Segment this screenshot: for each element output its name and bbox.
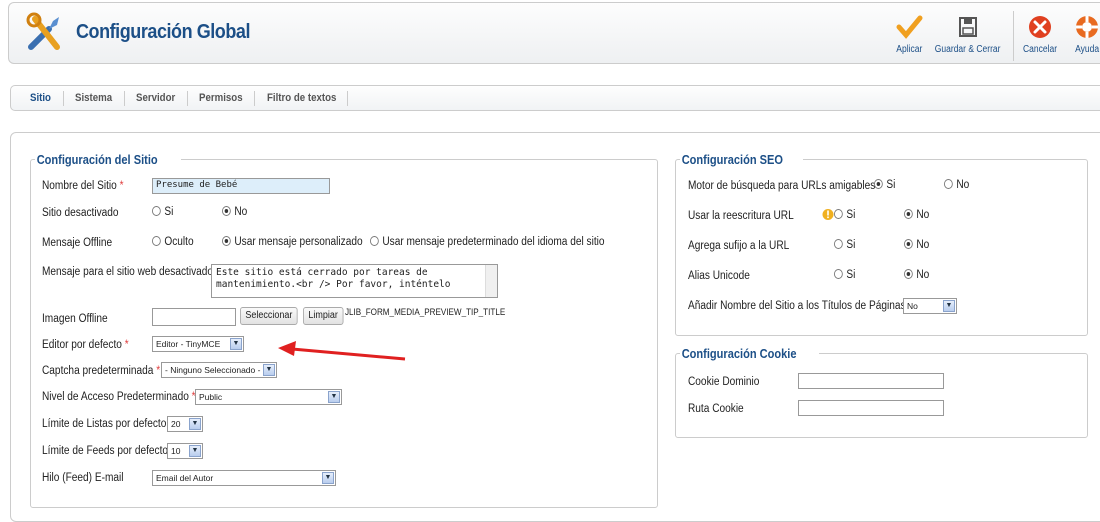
feed-limit-select[interactable]: 10 ▼ — [167, 443, 203, 459]
msg-custom-radio[interactable]: Usar mensaje personalizado — [222, 236, 363, 248]
lifebuoy-icon — [1076, 16, 1098, 38]
captcha-label: Captcha predeterminada * — [42, 365, 161, 377]
checkmark-icon — [896, 15, 923, 39]
unicode-no-radio[interactable]: No — [904, 269, 929, 281]
cookie-path-input[interactable] — [798, 400, 944, 416]
help-button[interactable]: Ayuda — [1065, 9, 1100, 61]
access-level-select[interactable]: Public ▼ — [195, 389, 342, 405]
url-rewrite-label: Usar la reescritura URL — [688, 210, 794, 222]
warning-icon — [822, 209, 834, 220]
suffix-no-radio[interactable]: No — [904, 239, 929, 251]
tab-divider — [63, 91, 64, 106]
tab-sistema[interactable]: Sistema — [75, 92, 112, 104]
tab-filtro-de-textos[interactable]: Filtro de textos — [267, 92, 336, 104]
select-image-button[interactable]: Seleccionar — [240, 307, 298, 325]
captcha-select[interactable]: - Ninguno Seleccionado - ▼ — [161, 362, 277, 378]
page-title: Configuración Global — [76, 21, 251, 43]
apply-button[interactable]: Aplicar — [889, 9, 929, 61]
save-close-label: Guardar & Cerrar — [935, 44, 1001, 55]
offline-message-label: Mensaje Offline — [42, 237, 113, 249]
annotation-arrow — [278, 341, 406, 361]
rewrite-yes-radio[interactable]: Si — [834, 209, 855, 221]
media-preview-key: JLIB_FORM_MEDIA_PREVIEW_TIP_TITLE — [345, 307, 506, 317]
chevron-down-icon: ▼ — [263, 364, 275, 376]
tab-servidor[interactable]: Servidor — [136, 92, 175, 104]
feed-limit-label: Límite de Feeds por defecto — [42, 445, 169, 457]
url-suffix-label: Agrega sufijo a la URL — [688, 240, 790, 252]
sef-yes-radio[interactable]: Si — [874, 179, 895, 191]
save-close-button[interactable]: Guardar & Cerrar — [927, 9, 1009, 61]
textarea-scrollbar[interactable] — [485, 265, 497, 297]
cancel-icon — [1029, 16, 1051, 38]
tab-bar: Sitio Sistema Servidor Permisos Filtro d… — [10, 85, 1100, 111]
apply-label: Aplicar — [895, 44, 922, 55]
offline-yes-radio[interactable]: Si — [152, 206, 173, 218]
cookie-path-label: Ruta Cookie — [688, 403, 744, 415]
site-name-label: Nombre del Sitio * — [42, 180, 124, 192]
tab-permisos[interactable]: Permisos — [199, 92, 243, 104]
tab-divider — [124, 91, 125, 106]
offline-text-line-2: mantenimiento.<br /> Por favor, inténtel… — [216, 279, 451, 290]
seo-legend: Configuración SEO — [681, 152, 783, 167]
cancel-button[interactable]: Cancelar — [1017, 9, 1063, 61]
editor-select[interactable]: Editor - TinyMCE ▼ — [152, 336, 244, 352]
offline-text-label: Mensaje para el sitio web desactivado — [42, 266, 214, 278]
chevron-down-icon: ▼ — [189, 445, 201, 457]
msg-hidden-radio[interactable]: Oculto — [152, 236, 194, 248]
list-limit-label: Límite de Listas por defecto — [42, 418, 167, 430]
toolbar-divider — [1013, 11, 1014, 61]
sitename-pagetitles-select[interactable]: No ▼ — [903, 298, 957, 314]
cookie-legend: Configuración Cookie — [681, 346, 797, 361]
site-offline-label: Sitio desactivado — [42, 207, 119, 219]
chevron-down-icon: ▼ — [189, 418, 201, 430]
chevron-down-icon: ▼ — [943, 300, 955, 312]
msg-default-radio[interactable]: Usar mensaje predeterminado del idioma d… — [370, 236, 605, 248]
tools-icon — [26, 12, 60, 50]
feed-email-select[interactable]: Email del Autor ▼ — [152, 470, 336, 486]
offline-no-radio[interactable]: No — [222, 206, 247, 218]
chevron-down-icon: ▼ — [322, 472, 334, 484]
site-config-legend: Configuración del Sitio — [36, 152, 158, 167]
sef-no-radio[interactable]: No — [944, 179, 969, 191]
list-limit-select[interactable]: 20 ▼ — [167, 416, 203, 432]
cookie-fieldset: Configuración Cookie — [675, 346, 1088, 438]
sitename-pagetitles-label: Añadir Nombre del Sitio a los Títulos de… — [688, 300, 906, 312]
offline-image-input[interactable] — [152, 308, 236, 326]
sef-label: Motor de búsqueda para URLs amigables — [688, 180, 876, 192]
default-editor-label: Editor por defecto * — [42, 339, 129, 351]
offline-text-line-1: Este sitio está cerrado por tareas de — [216, 267, 428, 278]
cancel-label: Cancelar — [1022, 44, 1058, 55]
clear-image-button[interactable]: Limpiar — [303, 307, 344, 325]
tab-divider — [187, 91, 188, 106]
tab-sitio[interactable]: Sitio — [30, 92, 51, 104]
tab-divider — [347, 91, 348, 106]
feed-email-label: Hilo (Feed) E-mail — [42, 472, 124, 484]
chevron-down-icon: ▼ — [230, 338, 242, 350]
access-level-label: Nivel de Acceso Predeterminado * — [42, 391, 196, 403]
cookie-domain-input[interactable] — [798, 373, 944, 389]
tab-divider — [254, 91, 255, 106]
chevron-down-icon: ▼ — [328, 391, 340, 403]
offline-message-textarea[interactable]: Este sitio está cerrado por tareas de ma… — [211, 264, 498, 298]
site-name-input[interactable]: Presume de Bebé — [152, 178, 330, 194]
offline-image-label: Imagen Offline — [42, 313, 108, 325]
unicode-yes-radio[interactable]: Si — [834, 269, 855, 281]
toolbar: Configuración Global Aplicar Guardar & C… — [8, 2, 1100, 64]
suffix-yes-radio[interactable]: Si — [834, 239, 855, 251]
save-icon — [959, 17, 977, 37]
rewrite-no-radio[interactable]: No — [904, 209, 929, 221]
help-label: Ayuda — [1075, 44, 1099, 55]
cookie-domain-label: Cookie Dominio — [688, 376, 760, 388]
unicode-alias-label: Alias Unicode — [688, 270, 750, 282]
